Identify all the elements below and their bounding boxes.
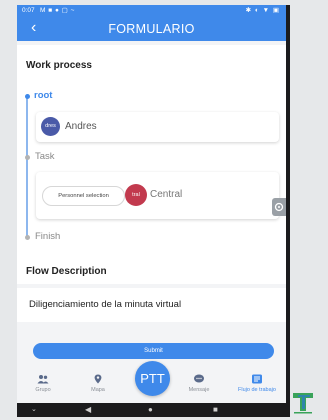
system-nav-bar: ⌄ ◀ ● ■ bbox=[17, 403, 286, 417]
app-bar: ‹ FORMULARIO bbox=[17, 16, 286, 41]
node-label-finish: Finish bbox=[35, 231, 61, 242]
bottom-nav: Grupo Mapa PTT Mensaje Flujo de trabajo bbox=[17, 360, 286, 403]
avatar: tral bbox=[125, 184, 147, 206]
submit-button[interactable]: Submit bbox=[33, 343, 274, 359]
settings-icon bbox=[274, 202, 284, 212]
group-icon bbox=[37, 375, 49, 384]
nav-label: Grupo bbox=[35, 387, 51, 393]
flow-description-text: Diligenciamiento de la minuta virtual bbox=[29, 299, 182, 310]
root-node-dot bbox=[24, 94, 30, 99]
status-notification-icons: M ■ ● ▢ ~ bbox=[40, 7, 75, 14]
map-pin-icon bbox=[94, 374, 102, 384]
flow-description-body: Diligenciamiento de la minuta virtual bbox=[17, 288, 286, 322]
keyboard-hide-icon[interactable]: ⌄ bbox=[31, 405, 37, 415]
personnel-selection-chip[interactable]: Personnel selection bbox=[42, 186, 125, 206]
flow-description-header: Flow Description bbox=[17, 256, 286, 284]
task-card-andres[interactable]: dres Andres bbox=[36, 112, 279, 142]
device-bezel bbox=[286, 5, 290, 417]
status-time: 0:07 bbox=[22, 7, 35, 14]
phone-screen: 0:07 M ■ ● ▢ ~ ✱ ◐ ▼ ▣ ‹ FORMULARIO Work… bbox=[17, 5, 286, 417]
work-process-card: Work process root dres Andres Task Perso… bbox=[17, 45, 286, 272]
node-label-task: Task bbox=[35, 151, 55, 162]
brand-logo bbox=[288, 391, 318, 415]
avatar: dres bbox=[41, 117, 60, 136]
nav-label: Flujo de trabajo bbox=[238, 387, 276, 393]
flow-description-title: Flow Description bbox=[26, 266, 107, 277]
task-node-dot bbox=[24, 155, 30, 160]
page-title: FORMULARIO bbox=[108, 22, 195, 36]
finish-node-dot bbox=[24, 235, 30, 240]
status-bar: 0:07 M ■ ● ▢ ~ ✱ ◐ ▼ ▣ bbox=[17, 5, 286, 16]
assignee-name: Central bbox=[150, 189, 183, 200]
nav-label: Mapa bbox=[91, 387, 105, 393]
system-recents-icon[interactable]: ■ bbox=[213, 405, 218, 415]
side-settings-handle[interactable] bbox=[272, 198, 286, 216]
task-card-central[interactable]: Personnel selection tral Central bbox=[36, 172, 279, 219]
workflow-icon bbox=[252, 374, 262, 384]
status-system-icons: ✱ ◐ ▼ ▣ bbox=[245, 7, 280, 14]
message-icon bbox=[194, 374, 204, 383]
nav-label: Mensaje bbox=[188, 387, 210, 393]
assignee-name: Andres bbox=[65, 121, 97, 132]
nav-item-mapa[interactable]: Mapa bbox=[73, 374, 123, 393]
nav-item-grupo[interactable]: Grupo bbox=[18, 374, 68, 393]
system-home-icon[interactable]: ● bbox=[148, 405, 153, 415]
timeline-line bbox=[26, 97, 28, 237]
nav-item-flujo[interactable]: Flujo de trabajo bbox=[230, 374, 284, 393]
work-process-title: Work process bbox=[26, 60, 92, 71]
node-label-root: root bbox=[34, 90, 53, 101]
system-back-icon[interactable]: ◀ bbox=[85, 405, 91, 415]
ptt-button[interactable]: PTT bbox=[135, 361, 170, 396]
nav-item-mensaje[interactable]: Mensaje bbox=[174, 374, 224, 393]
